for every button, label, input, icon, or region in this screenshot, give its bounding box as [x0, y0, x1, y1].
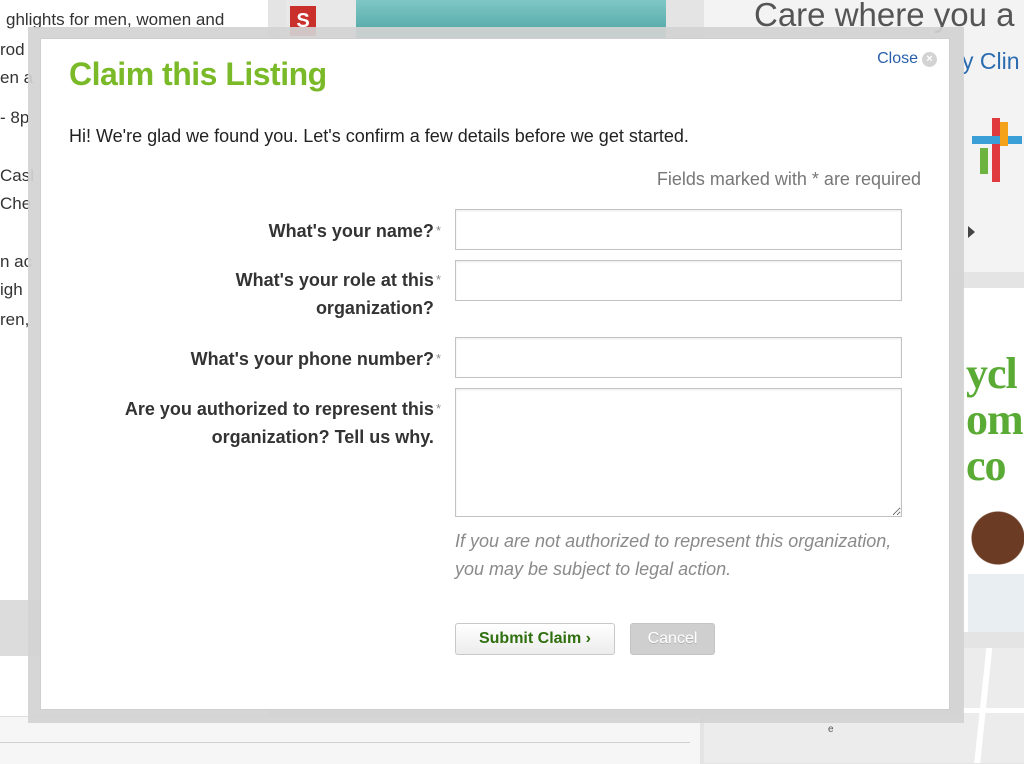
- background-ad-2[interactable]: ycl om co: [962, 288, 1024, 632]
- background-text: - 8p: [0, 108, 30, 127]
- legal-warning-text: If you are not authorized to represent t…: [455, 531, 892, 579]
- field-label-text: Are you authorized to represent this org…: [124, 399, 434, 447]
- dialog-title: Claim this Listing: [69, 56, 327, 92]
- role-input[interactable]: [455, 260, 902, 301]
- cancel-button[interactable]: Cancel: [630, 623, 715, 655]
- submit-claim-button[interactable]: Submit Claim ›: [455, 623, 615, 655]
- authorization-reason-textarea[interactable]: [455, 388, 902, 517]
- close-label: Close: [877, 50, 918, 67]
- divider: [0, 742, 690, 743]
- background-text: ren,: [0, 310, 30, 329]
- field-label-text: What's your phone number?: [190, 349, 434, 369]
- claim-listing-dialog: Claim this Listing Close × Hi! We're gla…: [40, 38, 950, 710]
- field-label-text: What's your name?: [268, 221, 434, 241]
- name-label: What's your name? *: [69, 217, 441, 245]
- background-footer: [0, 716, 700, 764]
- required-marker: *: [435, 272, 441, 287]
- name-input[interactable]: [455, 209, 902, 250]
- background-text: Che: [0, 194, 32, 213]
- field-label-text: What's your role at this organization?: [235, 270, 434, 318]
- intro-text: Hi! We're glad we found you. Let's confi…: [69, 126, 689, 146]
- ad-text: ycl: [966, 349, 1018, 398]
- cross-logo-icon: [972, 118, 1022, 182]
- ad-text: co: [966, 441, 1007, 490]
- background-text: rod: [0, 40, 25, 59]
- phone-input[interactable]: [455, 337, 902, 378]
- background-map-strip: e: [704, 716, 962, 763]
- ad-text: om: [966, 395, 1024, 444]
- ad-next-arrow-icon[interactable]: [968, 226, 975, 238]
- required-marker: *: [435, 351, 441, 366]
- close-icon: ×: [922, 51, 937, 67]
- close-button[interactable]: Close ×: [877, 50, 937, 68]
- ad-person-photo: [968, 488, 1024, 632]
- map-label: e: [828, 724, 834, 735]
- map-road: [962, 708, 1024, 713]
- ad-subline: y Clin: [962, 48, 1020, 74]
- map-road: [973, 648, 993, 763]
- background-map[interactable]: [962, 648, 1024, 763]
- required-marker: *: [435, 401, 441, 416]
- role-label: What's your role at this organization?*: [69, 266, 441, 322]
- phone-label: What's your phone number? *: [69, 345, 441, 373]
- required-fields-note: Fields marked with * are required: [656, 169, 921, 189]
- authorization-label: Are you authorized to represent this org…: [69, 395, 441, 451]
- background-text: igh: [0, 280, 23, 299]
- required-marker: *: [435, 223, 441, 238]
